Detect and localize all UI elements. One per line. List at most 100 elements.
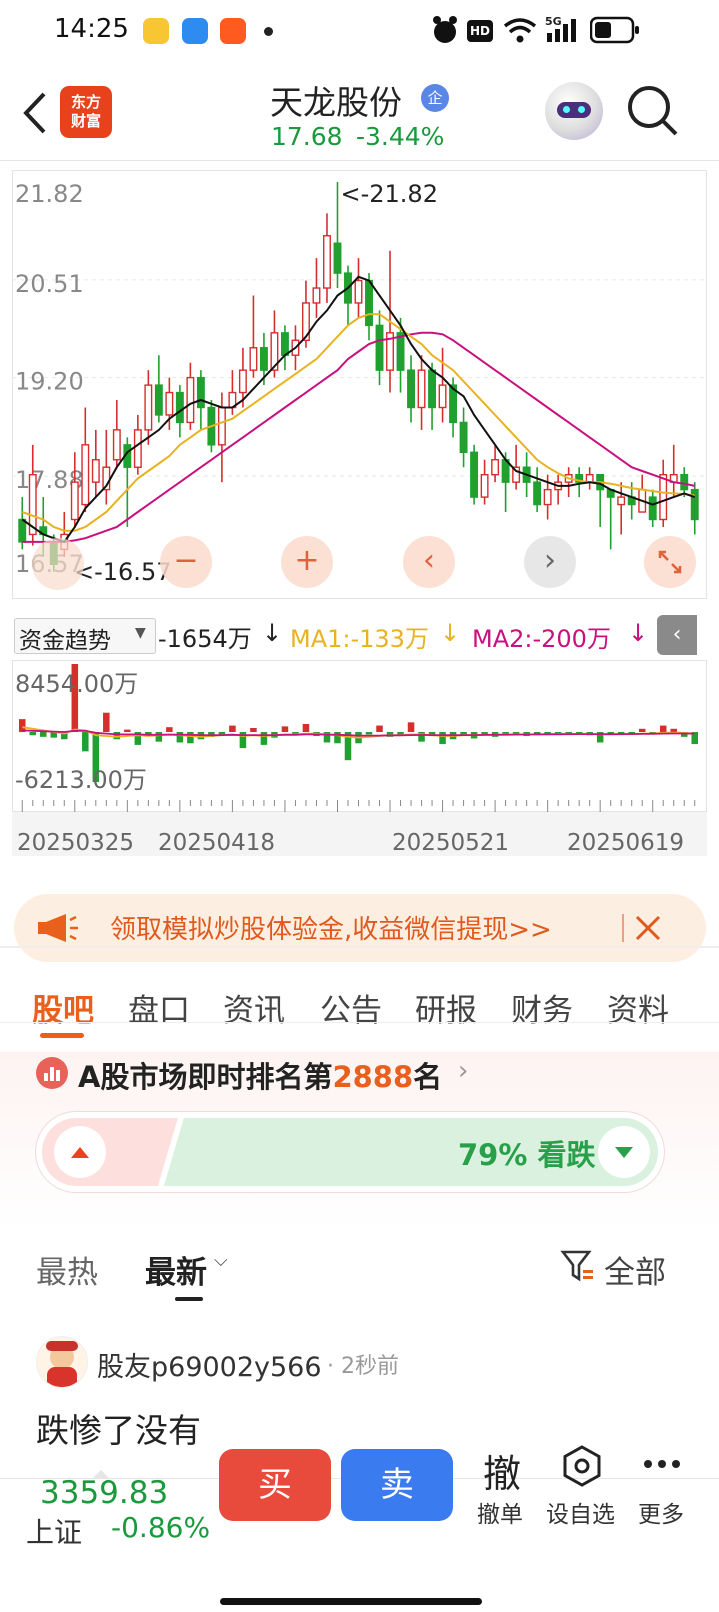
filter-all[interactable]: 全部 <box>604 1247 666 1292</box>
tab-news[interactable]: 资讯 <box>223 985 285 1030</box>
candle-body <box>648 496 657 521</box>
candle-body <box>543 488 552 506</box>
cancel-order-label[interactable]: 撤单 <box>477 1495 523 1529</box>
scroll-left-button[interactable]: ‹ <box>403 536 455 588</box>
index-change[interactable]: -0.86% <box>111 1511 210 1544</box>
enterprise-badge-icon: 企 <box>421 84 449 112</box>
cancel-order-icon[interactable]: 撤 <box>483 1443 521 1498</box>
ranking-text[interactable]: A股市场即时排名第2888名 <box>78 1054 442 1096</box>
date-label: 20250418 <box>158 830 276 856</box>
filter-hot[interactable]: 最热 <box>36 1247 98 1292</box>
tab-announcements[interactable]: 公告 <box>320 985 382 1030</box>
index-name[interactable]: 上证 <box>26 1511 82 1551</box>
flow-bar <box>176 732 184 743</box>
flow-bar <box>439 732 446 745</box>
candle-body <box>470 451 479 498</box>
ma2-value: MA2:-200万 <box>472 625 611 653</box>
flow-min-label: -6213.00万 <box>15 766 147 794</box>
filter-latest[interactable]: 最新 <box>145 1247 207 1292</box>
taobao-icon <box>220 18 246 44</box>
kline-chart[interactable]: 21.8220.5119.2017.8816.57<-21.82<-16.57 <box>12 170 707 610</box>
chevron-down-icon[interactable]: ⌵ <box>214 1250 228 1271</box>
market-ranking-section: A股市场即时排名第2888名 › 79% 看跌 <box>0 1052 719 1232</box>
dropdown-arrow-icon: ▼ <box>135 625 146 641</box>
candle-body <box>428 369 437 409</box>
collapse-panel-button[interactable]: ‹ <box>657 615 697 655</box>
zoom-out-button[interactable]: − <box>160 536 212 588</box>
scroll-left-edge-icon[interactable] <box>32 538 84 590</box>
more-icon[interactable] <box>642 1457 682 1471</box>
flow-bar <box>82 732 89 752</box>
candle-body <box>280 332 289 356</box>
candle-body <box>154 384 163 416</box>
flow-bar <box>460 732 467 735</box>
promo-banner[interactable]: 领取模拟炒股体验金,收益微信提现>> <box>14 894 706 962</box>
flow-bar <box>155 732 163 742</box>
flow-bar <box>103 712 110 733</box>
flow-bar <box>302 723 310 733</box>
candle-body <box>91 459 100 483</box>
chevron-right-icon[interactable]: › <box>458 1056 468 1086</box>
sell-button[interactable]: 卖 <box>341 1449 453 1521</box>
flow-bar <box>166 727 173 733</box>
app-notification-icon <box>143 18 169 44</box>
back-icon[interactable] <box>20 90 48 136</box>
fullscreen-button[interactable] <box>644 536 696 588</box>
section-divider <box>0 946 719 948</box>
candle-body <box>175 391 184 424</box>
flow-bar <box>659 725 667 733</box>
index-value[interactable]: 3359.83 <box>40 1475 168 1511</box>
tab-research[interactable]: 研报 <box>415 985 477 1030</box>
candle-body <box>259 347 268 371</box>
candle-body <box>70 481 79 521</box>
candle-body <box>459 421 468 453</box>
tab-finance[interactable]: 财务 <box>511 985 573 1030</box>
flow-bar <box>113 732 121 740</box>
zoom-in-button[interactable]: + <box>281 536 333 588</box>
tabs-divider <box>0 1022 719 1023</box>
stock-header: 东方 财富 天龙股份 企 17.68 -3.44% <box>0 64 719 164</box>
eastmoney-logo[interactable]: 东方 财富 <box>60 86 112 138</box>
stock-change: -3.44% <box>356 122 445 151</box>
post-username[interactable]: 股友p69002y566 <box>97 1345 322 1384</box>
indicator-value: -1654万 <box>158 625 252 653</box>
ranking-number: 2888 <box>332 1060 414 1094</box>
flow-bar <box>397 732 404 735</box>
alarm-icon <box>433 16 457 43</box>
expand-icon <box>658 550 682 574</box>
tab-pankou[interactable]: 盘口 <box>128 985 190 1030</box>
flow-bar <box>29 732 37 736</box>
buy-button[interactable]: 买 <box>219 1449 331 1521</box>
candle-body <box>680 473 689 491</box>
bullish-button[interactable] <box>54 1126 106 1178</box>
status-bar: 14:25 HD 5G <box>0 0 719 64</box>
flow-bar <box>334 732 341 744</box>
filter-icon[interactable] <box>560 1248 596 1284</box>
indicator-selector[interactable]: 资金趋势 ▼ <box>14 618 156 654</box>
fund-flow-chart[interactable]: 8454.00万 -6213.00万 <box>12 660 707 812</box>
assistant-robot-icon[interactable] <box>545 82 603 140</box>
min-price-label: <-16.57 <box>74 558 171 586</box>
add-watchlist-label[interactable]: 设自选 <box>546 1495 615 1529</box>
avatar[interactable] <box>36 1336 88 1388</box>
search-icon[interactable] <box>626 84 680 138</box>
banner-divider <box>622 914 624 942</box>
banner-text: 领取模拟炒股体验金,收益微信提现>> <box>110 915 552 945</box>
add-watchlist-icon[interactable] <box>562 1445 602 1487</box>
more-label[interactable]: 更多 <box>638 1495 684 1529</box>
close-icon[interactable] <box>634 914 662 942</box>
signal-icon <box>547 19 576 42</box>
tab-profile[interactable]: 资料 <box>607 985 669 1030</box>
triangle-down-icon <box>615 1147 633 1158</box>
bearish-button[interactable] <box>598 1126 650 1178</box>
y-axis-label: 19.20 <box>15 368 84 396</box>
more-notifications-dot <box>264 27 273 36</box>
scroll-right-button[interactable]: › <box>524 536 576 588</box>
post-content[interactable]: 跌惨了没有 <box>36 1404 201 1452</box>
date-label: 20250325 <box>17 830 135 856</box>
message-app-icon <box>182 18 208 44</box>
tab-guba[interactable]: 股吧 <box>32 985 94 1030</box>
logo-text-bottom: 财富 <box>70 112 101 130</box>
ma1-value: MA1:-133万 <box>290 625 429 653</box>
flow-max-label: 8454.00万 <box>15 670 138 698</box>
